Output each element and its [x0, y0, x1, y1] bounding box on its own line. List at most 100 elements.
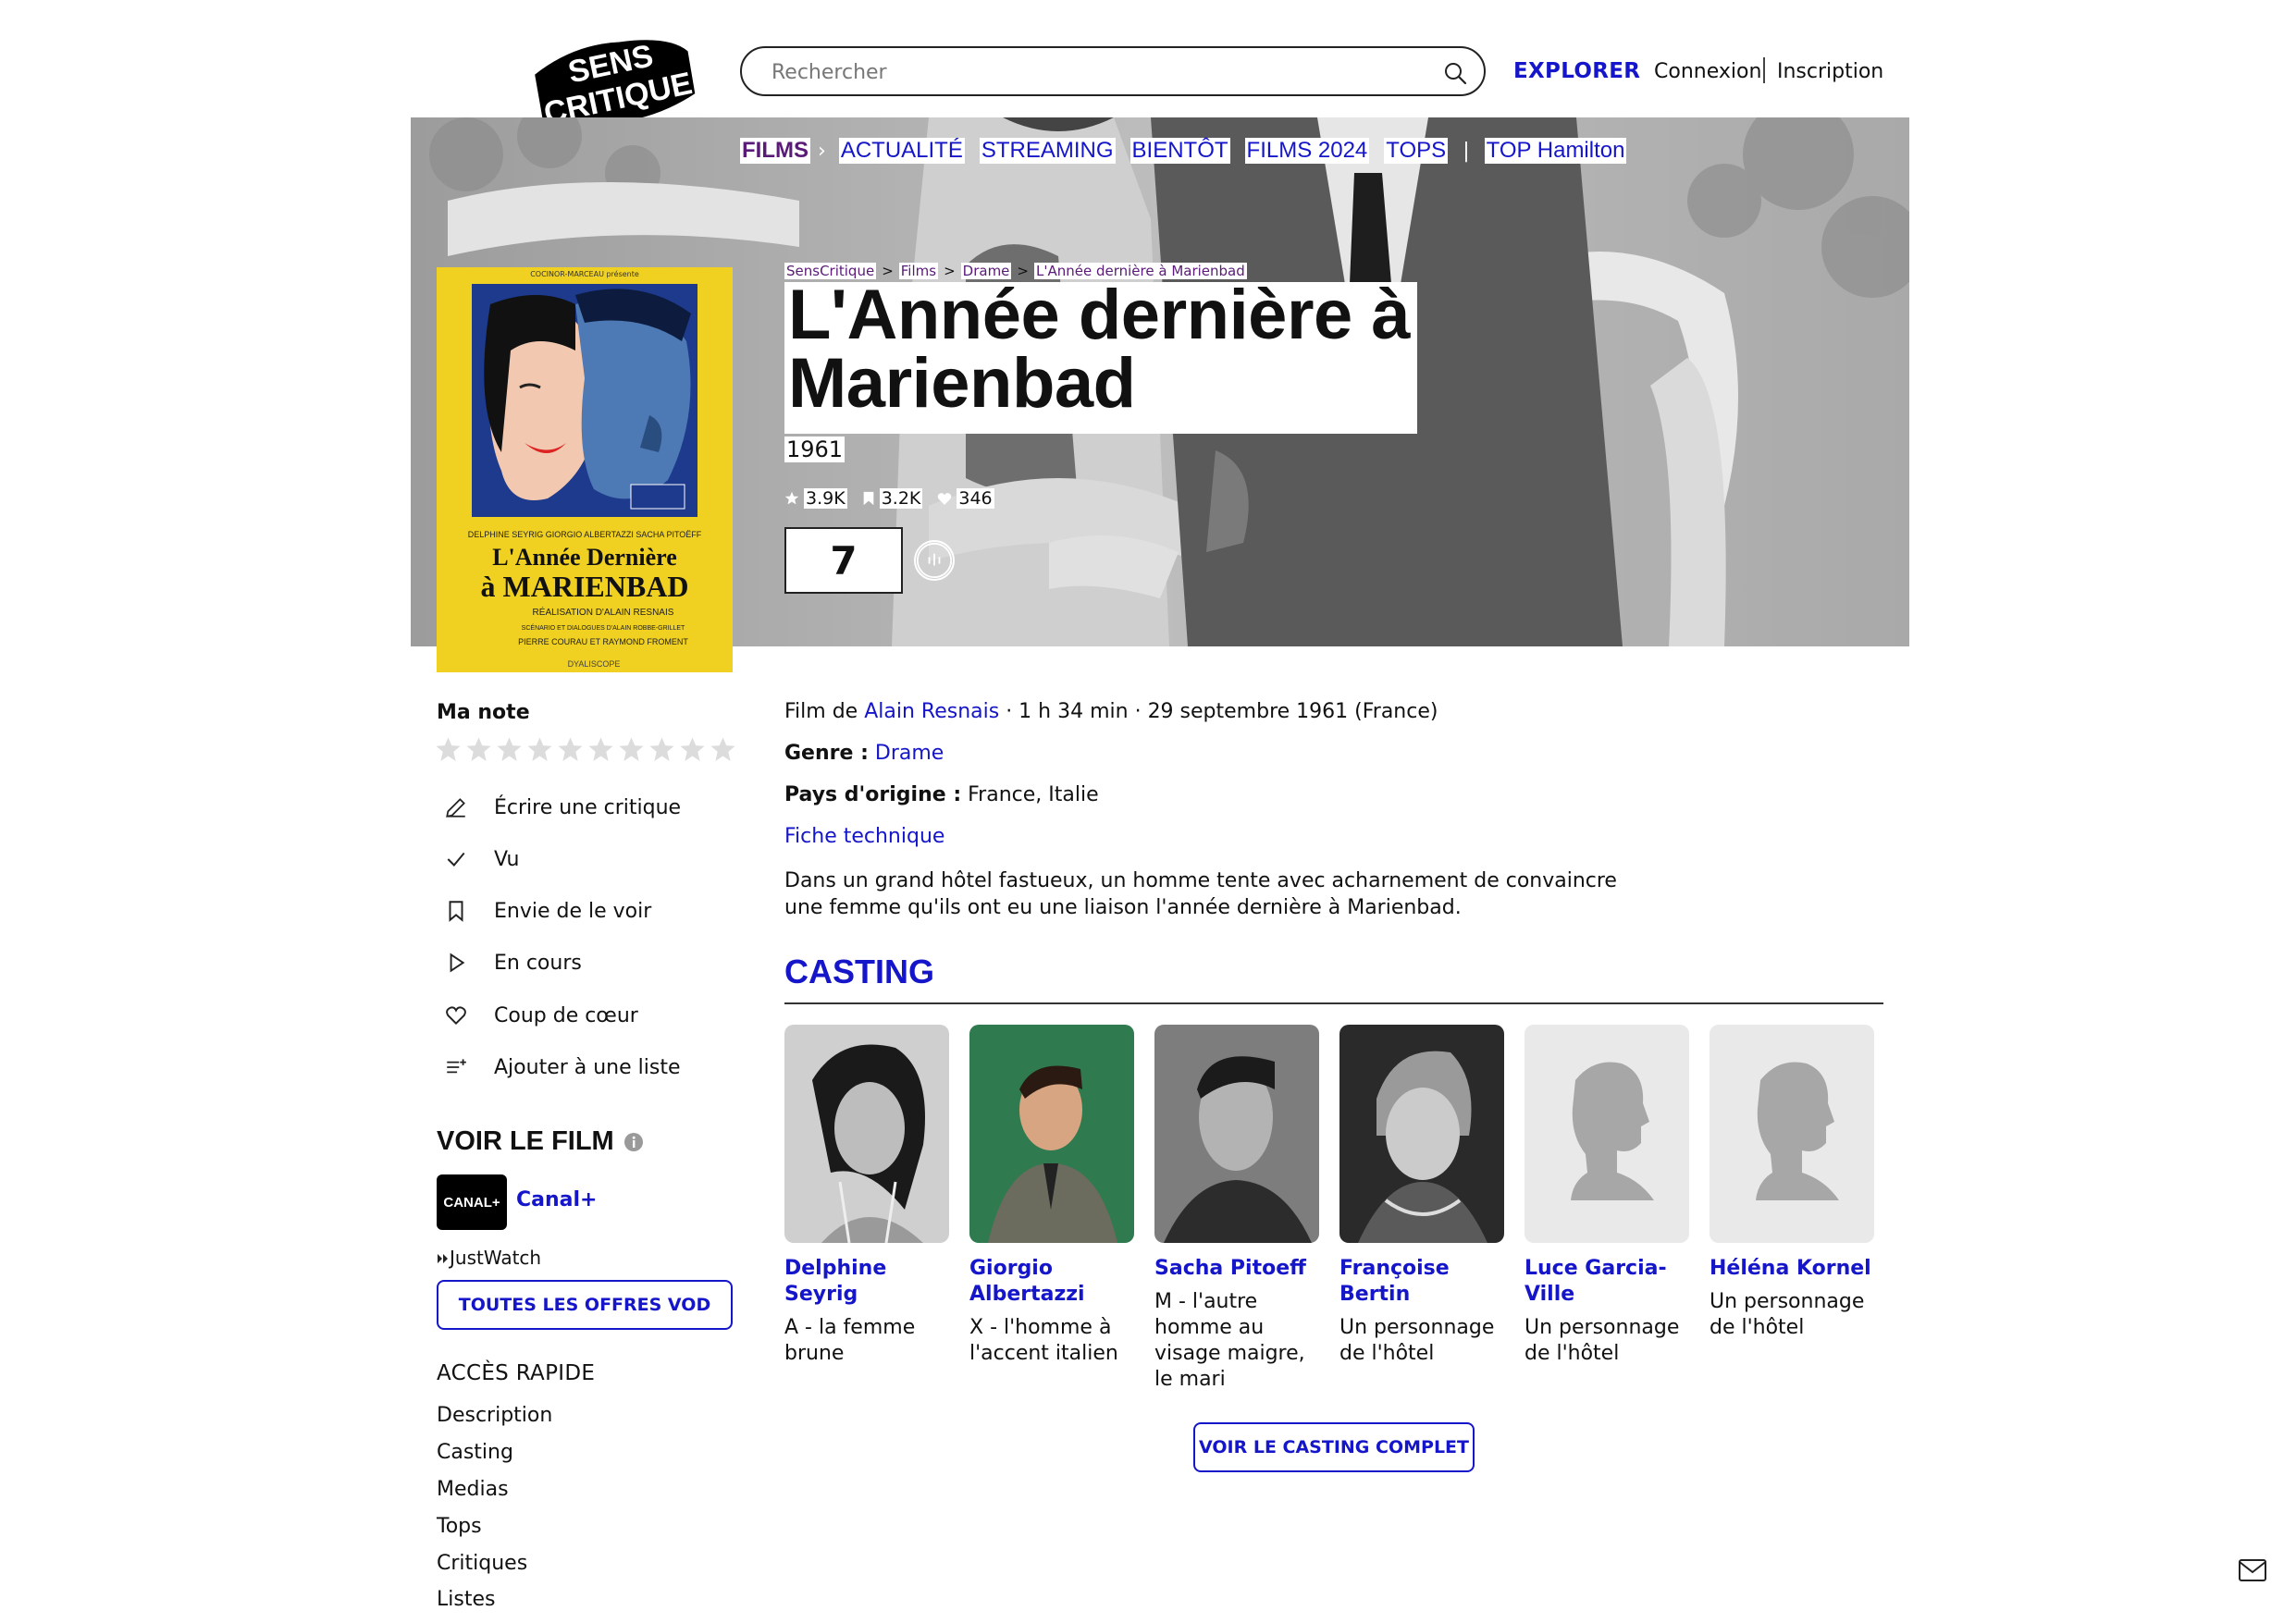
rating-star-5-icon[interactable] [557, 736, 584, 763]
actor-name[interactable]: Giorgio Albertazzi [969, 1256, 1134, 1308]
actor-role: Un personnage de l'hôtel [1339, 1316, 1495, 1365]
rating-star-1-icon[interactable] [435, 736, 462, 763]
seen-label: Vu [494, 847, 520, 871]
technical-sheet-link[interactable]: Fiche technique [784, 825, 944, 848]
mail-icon[interactable] [2239, 1559, 2266, 1581]
genre-link[interactable]: Drame [875, 742, 944, 765]
rating-star-10-icon[interactable] [710, 736, 736, 763]
quick-link-casting[interactable]: Casting [437, 1441, 513, 1464]
subnav-bientot[interactable]: BIENTÔT [1129, 138, 1230, 164]
rating-star-2-icon[interactable] [465, 736, 492, 763]
country-value: France, Italie [968, 783, 1099, 806]
pencil-icon [446, 798, 465, 818]
write-review-action[interactable]: Écrire une critique [444, 795, 681, 819]
cast-card[interactable]: Luce Garcia-Ville Un personnage de l'hôt… [1524, 1025, 1689, 1367]
rating-star-9-icon[interactable] [679, 736, 706, 763]
poster-credits-writer: SCÉNARIO ET DIALOGUES D'ALAIN ROBBE-GRIL… [522, 623, 685, 632]
actor-name[interactable]: Sacha Pitoeff [1154, 1256, 1319, 1282]
full-casting-button[interactable]: VOIR LE CASTING COMPLET [1193, 1422, 1475, 1472]
cast-card[interactable]: Giorgio Albertazzi X - l'homme à l'accen… [969, 1025, 1134, 1367]
heart-icon [938, 492, 952, 505]
play-icon [450, 953, 465, 973]
actor-photo[interactable] [784, 1025, 949, 1244]
poster-actors: DELPHINE SEYRIG GIORGIO ALBERTAZZI SACHA… [468, 530, 702, 539]
add-to-list-action[interactable]: Ajouter à une liste [444, 1055, 681, 1079]
director-link[interactable]: Alain Resnais [864, 700, 999, 723]
rating-star-3-icon[interactable] [496, 736, 523, 763]
login-link[interactable]: Connexion [1654, 60, 1761, 83]
subnav-actualite[interactable]: ACTUALITÉ [838, 138, 965, 164]
quick-link-critiques[interactable]: Critiques [437, 1552, 527, 1575]
subnav-films[interactable]: FILMS [740, 138, 810, 164]
director-prefix: Film de [784, 700, 865, 723]
canal-plus-link[interactable]: Canal+ [516, 1188, 597, 1211]
ratings-count: 3.9K [784, 488, 847, 509]
star-icon [784, 491, 799, 505]
my-rating-label: Ma note [437, 701, 530, 724]
poster-credits-director: RÉALISATION D'ALAIN RESNAIS [533, 606, 674, 618]
cast-card[interactable]: Delphine Seyrig A - la femme brune [784, 1025, 949, 1367]
genre-label: Genre : [784, 742, 869, 765]
subnav-streaming[interactable]: STREAMING [979, 138, 1116, 164]
my-rating-stars [435, 736, 736, 763]
signup-link[interactable]: Inscription [1777, 60, 1883, 83]
in-progress-action[interactable]: En cours [444, 951, 582, 975]
actor-name[interactable]: Héléna Kornel [1710, 1256, 1874, 1282]
bookmark-icon [863, 491, 874, 506]
rating-distribution-button[interactable] [914, 540, 955, 581]
explorer-link[interactable]: EXPLORER [1513, 59, 1640, 83]
actor-placeholder-photo[interactable] [1524, 1025, 1689, 1243]
quick-link-listes[interactable]: Listes [437, 1588, 495, 1611]
rating-star-4-icon[interactable] [526, 736, 553, 763]
casting-title: CASTING [784, 953, 934, 990]
info-icon[interactable] [623, 1132, 644, 1152]
cast-card[interactable]: Françoise Bertin Un personnage de l'hôte… [1339, 1025, 1504, 1367]
actor-role: Un personnage de l'hôtel [1524, 1316, 1680, 1365]
search-input[interactable] [770, 55, 1402, 89]
wishlist-action[interactable]: Envie de le voir [444, 899, 651, 923]
rating-star-7-icon[interactable] [618, 736, 645, 763]
justwatch-label: JustWatch [450, 1247, 542, 1269]
favorite-action[interactable]: Coup de cœur [444, 1003, 638, 1027]
average-score: 7 [784, 527, 903, 594]
movie-stats: 3.9K 3.2K 346 [784, 488, 994, 509]
country-row: Pays d'origine : France, Italie [784, 783, 1099, 806]
rating-star-6-icon[interactable] [587, 736, 614, 763]
actor-name[interactable]: Françoise Bertin [1339, 1256, 1504, 1308]
bookmark-icon [449, 901, 463, 922]
seen-action[interactable]: Vu [444, 847, 520, 871]
favorites-count: 346 [937, 488, 994, 509]
actor-role: M - l'autre homme au visage maigre, le m… [1154, 1290, 1305, 1391]
movie-poster[interactable]: COCINOR-MARCEAU présente DELPHINE SEYRIG… [437, 267, 733, 672]
rating-star-8-icon[interactable] [648, 736, 675, 763]
actor-name[interactable]: Luce Garcia-Ville [1524, 1256, 1689, 1308]
subnav-tops[interactable]: TOPS [1384, 138, 1449, 164]
canal-plus-logo[interactable]: CANAL+ [437, 1174, 507, 1230]
justwatch-credit[interactable]: JustWatch [437, 1247, 541, 1269]
actor-placeholder-photo[interactable] [1710, 1025, 1874, 1243]
cast-card[interactable]: Sacha Pitoeff M - l'autre homme au visag… [1154, 1025, 1319, 1393]
poster-credits-producer: PIERRE COURAU ET RAYMOND FROMENT [518, 637, 688, 646]
all-vod-offers-button[interactable]: TOUTES LES OFFRES VOD [437, 1280, 733, 1330]
subnav-films-2024[interactable]: FILMS 2024 [1244, 138, 1370, 164]
auth-separator [1763, 57, 1765, 83]
quick-link-medias[interactable]: Medias [437, 1478, 509, 1501]
quick-link-description[interactable]: Description [437, 1404, 552, 1427]
favorites-count-value: 346 [957, 488, 994, 509]
subnav-top-hamilton[interactable]: TOP Hamilton [1484, 138, 1627, 164]
cast-card[interactable]: Héléna Kornel Un personnage de l'hôtel [1710, 1025, 1874, 1341]
page-title: L'Année dernière à Marienbad [788, 276, 1411, 423]
quick-link-tops[interactable]: Tops [437, 1515, 482, 1538]
wishlist-label: Envie de le voir [494, 899, 652, 923]
country-label: Pays d'origine : [784, 783, 962, 806]
film-duration-date: · 1 h 34 min · 29 septembre 1961 (France… [999, 700, 1438, 723]
search-icon[interactable] [1443, 61, 1467, 85]
actor-photo[interactable] [1154, 1025, 1319, 1243]
actor-photo[interactable] [969, 1025, 1134, 1243]
actor-role: Un personnage de l'hôtel [1710, 1290, 1865, 1339]
poster-presents: COCINOR-MARCEAU présente [530, 269, 639, 278]
actor-photo[interactable] [1339, 1025, 1504, 1243]
search-bar[interactable] [740, 46, 1486, 96]
chevron-right-icon: › [818, 139, 826, 163]
actor-name[interactable]: Delphine Seyrig [784, 1256, 949, 1308]
